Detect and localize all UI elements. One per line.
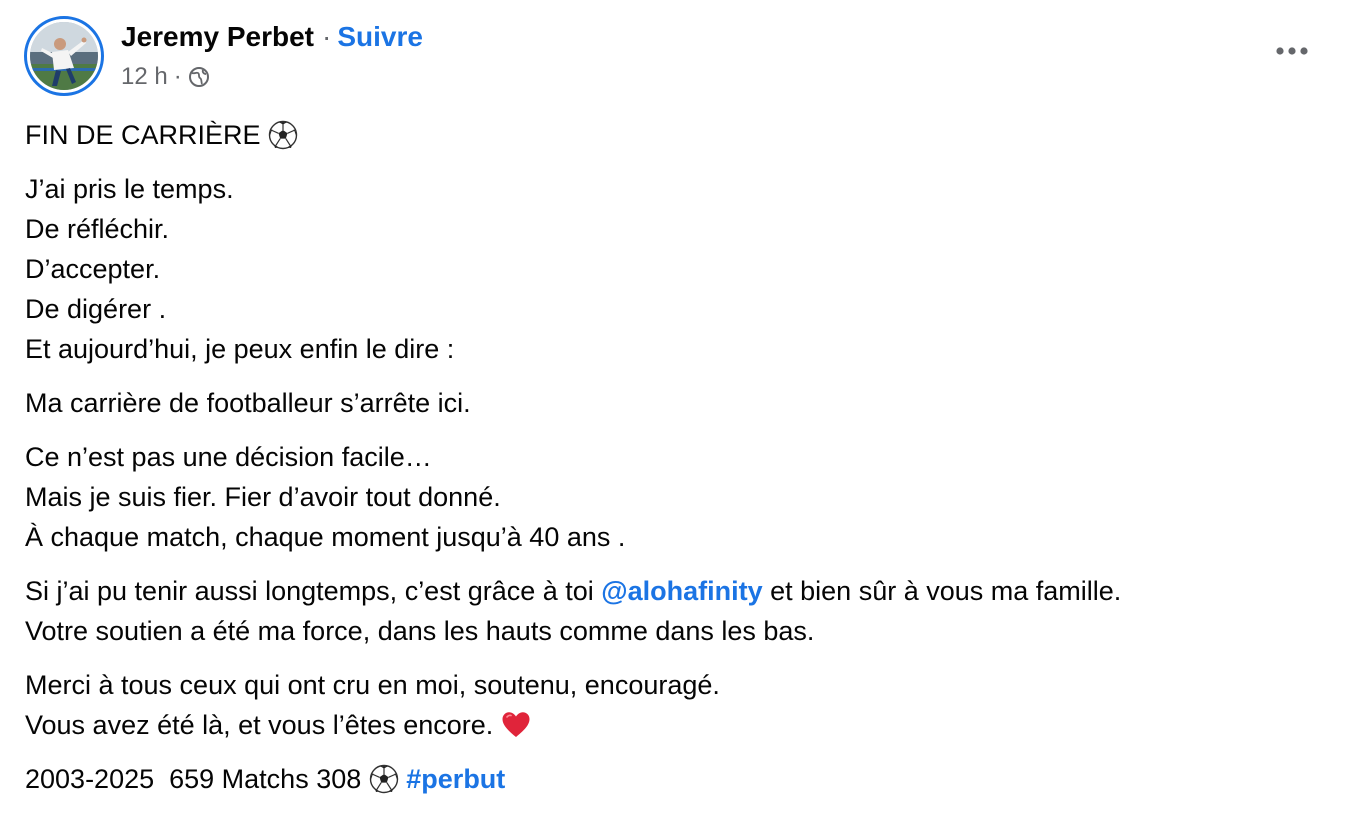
author-separator: · (322, 21, 332, 52)
post-timestamp[interactable]: 12 h (121, 62, 168, 92)
paragraph-1: J’ai pris le temps. De réfléchir. D’acce… (25, 169, 1325, 369)
paragraph-1-line-2: De réfléchir. (25, 214, 170, 244)
more-options-button[interactable] (1270, 36, 1314, 66)
paragraph-4-line-1: Si j’ai pu tenir aussi longtemps, c’est … (25, 571, 1325, 611)
paragraph-2: Ma carrière de footballeur s’arrête ici. (25, 383, 1325, 423)
soccer-ball-icon (268, 120, 298, 150)
paragraph-5-line-1: Merci à tous ceux qui ont cru en moi, so… (25, 670, 720, 700)
paragraph-4-text-before: Si j’ai pu tenir aussi longtemps, c’est … (25, 576, 602, 606)
paragraph-4-line-2: Votre soutien a été ma force, dans les h… (25, 616, 815, 646)
post-title-line: FIN DE CARRIÈRE (25, 115, 1325, 155)
paragraph-1-line-5: Et aujourd’hui, je peux enfin le dire : (25, 334, 455, 364)
author-name[interactable]: Jeremy Perbet (121, 21, 314, 52)
paragraph-1-line-3: D’accepter. (25, 254, 161, 284)
meta-separator: · (173, 63, 182, 90)
paragraph-2-line-1: Ma carrière de footballeur s’arrête ici. (25, 388, 471, 418)
mention-link[interactable]: @alohafinity (601, 576, 762, 606)
author-avatar[interactable] (24, 16, 104, 96)
paragraph-3-line-2: Mais je suis fier. Fier d’avoir tout don… (25, 482, 501, 512)
post-title-paragraph: FIN DE CARRIÈRE (25, 115, 1325, 155)
paragraph-3-line-1: Ce n’est pas une décision facile… (25, 442, 432, 472)
globe-icon[interactable] (188, 66, 210, 88)
post-header: Jeremy Perbet · Suivre 12 h · (24, 16, 1324, 96)
more-options-icon (1276, 47, 1308, 55)
paragraph-3: Ce n’est pas une décision facile… Mais j… (25, 437, 1325, 557)
paragraph-5-line-2: Vous avez été là, et vous l’êtes encore. (25, 705, 1325, 745)
stats-line: 2003-2025 659 Matchs 308 #perbut (25, 759, 1325, 799)
red-heart-icon (502, 712, 530, 737)
paragraph-1-line-4: De digérer . (25, 294, 167, 324)
paragraph-5-text: Vous avez été là, et vous l’êtes encore. (25, 710, 494, 740)
post-text: FIN DE CARRIÈRE J’ai pris le temps. De r… (25, 115, 1325, 813)
paragraph-3-line-3: À chaque match, chaque moment jusqu’à 40… (25, 522, 626, 552)
paragraph-4-text-after: et bien sûr à vous ma famille. (762, 576, 1122, 606)
author-line: Jeremy Perbet · Suivre (121, 20, 423, 54)
paragraph-1-line-1: J’ai pris le temps. (25, 174, 234, 204)
paragraph-4: Si j’ai pu tenir aussi longtemps, c’est … (25, 571, 1325, 651)
post-meta: 12 h · (121, 62, 210, 92)
paragraph-5: Merci à tous ceux qui ont cru en moi, so… (25, 665, 1325, 745)
follow-button[interactable]: Suivre (337, 21, 423, 52)
stats-paragraph: 2003-2025 659 Matchs 308 #perbut (25, 759, 1325, 799)
post-title: FIN DE CARRIÈRE (25, 120, 261, 150)
avatar-photo (30, 22, 98, 90)
hashtag-link[interactable]: #perbut (406, 764, 505, 794)
stats-text: 2003-2025 659 Matchs 308 (25, 764, 362, 794)
soccer-ball-icon (369, 764, 398, 794)
